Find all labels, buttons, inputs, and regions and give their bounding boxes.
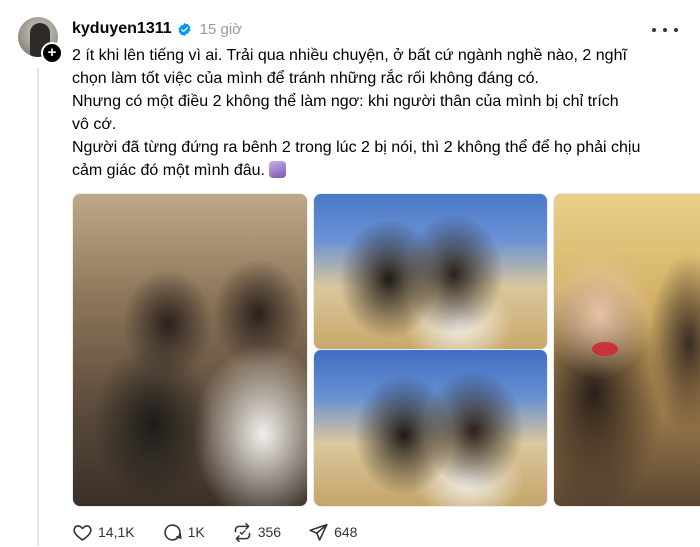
like-count: 14,1K bbox=[98, 524, 135, 540]
photo-selfie-bottom[interactable] bbox=[313, 349, 548, 507]
more-dot bbox=[652, 28, 656, 32]
post-text-line-last: cảm giác đó một mình đâu. bbox=[72, 159, 692, 182]
username[interactable]: kyduyen1311 bbox=[72, 20, 172, 38]
thread-line bbox=[37, 68, 39, 546]
photo-closeup-pout[interactable] bbox=[553, 193, 700, 507]
more-dot bbox=[663, 28, 667, 32]
like-button[interactable]: 14,1K bbox=[72, 522, 135, 543]
more-horizontal-icon[interactable] bbox=[652, 20, 678, 40]
threads-post: + kyduyen1311 15 giờ 2 ít khi lên tiếng … bbox=[0, 0, 700, 547]
comment-icon bbox=[163, 523, 182, 541]
post-text-line: cảm giác đó một mình đâu. bbox=[72, 162, 265, 179]
post-text-line: Người đã từng đứng ra bênh 2 trong lúc 2… bbox=[72, 139, 641, 156]
plus-icon[interactable]: + bbox=[41, 42, 63, 64]
repost-button[interactable]: 356 bbox=[232, 522, 281, 543]
photo-lips-detail bbox=[592, 342, 618, 356]
purple-emoji-icon bbox=[268, 161, 286, 178]
post-timestamp: 15 giờ bbox=[199, 20, 242, 38]
comment-count: 1K bbox=[187, 524, 205, 540]
more-dot bbox=[674, 28, 678, 32]
heart-icon bbox=[73, 524, 92, 541]
post-header: kyduyen1311 15 giờ bbox=[72, 18, 242, 40]
post-body: 2 ít khi lên tiếng vì ai. Trải qua nhiều… bbox=[72, 44, 692, 182]
verified-badge-icon bbox=[178, 22, 191, 36]
repost-count: 356 bbox=[257, 524, 282, 540]
send-icon bbox=[309, 523, 328, 541]
post-text-line: vô cớ. bbox=[72, 116, 117, 133]
post-text-line: 2 ít khi lên tiếng vì ai. Trải qua nhiều… bbox=[72, 47, 627, 64]
share-count: 648 bbox=[334, 524, 358, 540]
share-button[interactable]: 648 bbox=[308, 522, 357, 543]
photo-two-women-wine[interactable] bbox=[72, 193, 308, 507]
post-text-line: chọn làm tốt việc của mình để tránh nhữn… bbox=[72, 70, 539, 87]
post-actions: 14,1K 1K 356 648 bbox=[72, 521, 384, 543]
repost-icon bbox=[234, 522, 251, 542]
comment-button[interactable]: 1K bbox=[162, 522, 205, 543]
photo-selfie-top[interactable] bbox=[313, 193, 548, 350]
post-text-line: Nhưng có một điều 2 không thể làm ngơ: k… bbox=[72, 93, 619, 110]
